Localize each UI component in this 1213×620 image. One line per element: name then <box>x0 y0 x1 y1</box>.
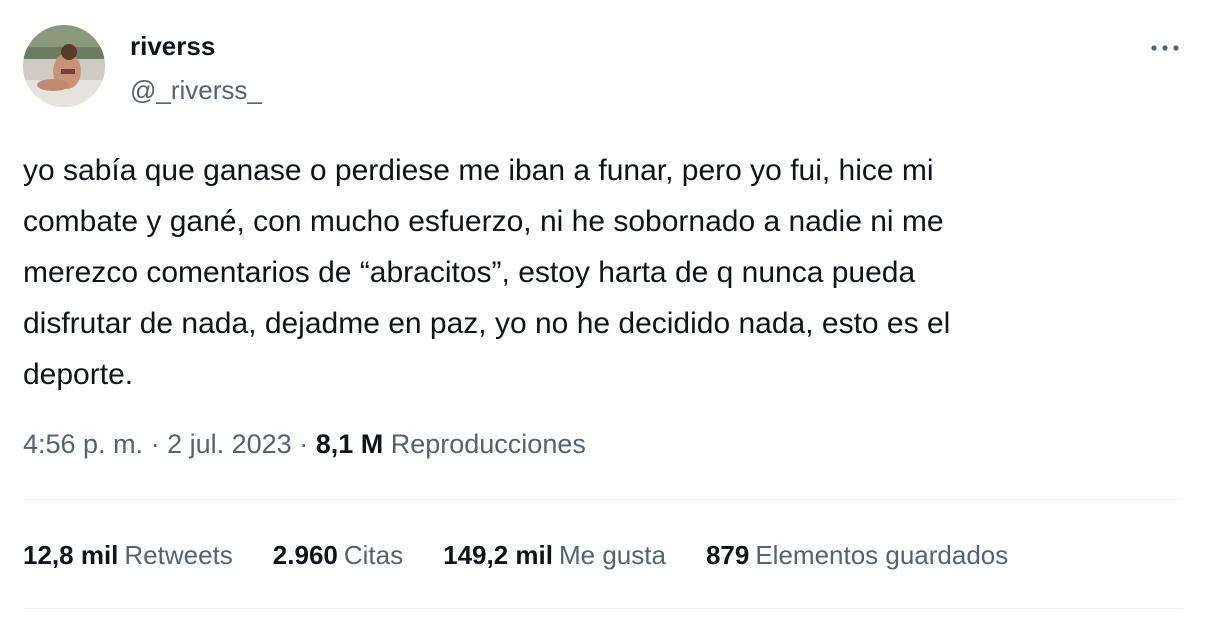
tweet-meta: 4:56 p. m. · 2 jul. 2023 · 8,1 M Reprodu… <box>23 424 586 464</box>
quotes-label: Citas <box>343 540 404 570</box>
quotes-count: 2.960 <box>272 540 338 570</box>
bookmarks-label: Elementos guardados <box>755 540 1009 570</box>
meta-separator: · <box>291 429 316 459</box>
retweets-label: Retweets <box>124 540 233 570</box>
likes-label: Me gusta <box>558 540 666 570</box>
profile-photo <box>23 25 105 107</box>
tweet-text: yo sabía que ganase o perdiese me iban a… <box>23 154 951 391</box>
bookmarks-stat[interactable]: 879 Elementos guardados <box>706 535 1008 575</box>
likes-stat[interactable]: 149,2 mil Me gusta <box>443 535 666 575</box>
tweet-date[interactable]: 2 jul. 2023 <box>167 429 292 459</box>
retweets-stat[interactable]: 12,8 mil Retweets <box>23 535 233 575</box>
views-label: Reproducciones <box>390 429 586 459</box>
user-handle[interactable]: @_riverss_ <box>130 74 262 106</box>
tweet-time[interactable]: 4:56 p. m. <box>23 429 143 459</box>
more-horizontal-icon <box>1151 45 1179 51</box>
retweets-count: 12,8 mil <box>23 540 119 570</box>
likes-count: 149,2 mil <box>443 540 553 570</box>
display-name[interactable]: riverss <box>130 30 215 62</box>
engagement-stats: 12,8 mil Retweets 2.960 Citas 149,2 mil … <box>23 535 1048 575</box>
bookmarks-count: 879 <box>705 540 750 570</box>
tweet-card: riverss @_riverss_ yo sabía que ganase o… <box>0 0 1213 620</box>
views-count: 8,1 M <box>315 429 384 459</box>
more-options-button[interactable] <box>1140 30 1190 66</box>
quotes-stat[interactable]: 2.960 Citas <box>273 535 403 575</box>
divider <box>23 499 1183 500</box>
avatar[interactable] <box>23 25 105 107</box>
meta-separator: · <box>143 429 168 459</box>
divider <box>23 608 1183 609</box>
